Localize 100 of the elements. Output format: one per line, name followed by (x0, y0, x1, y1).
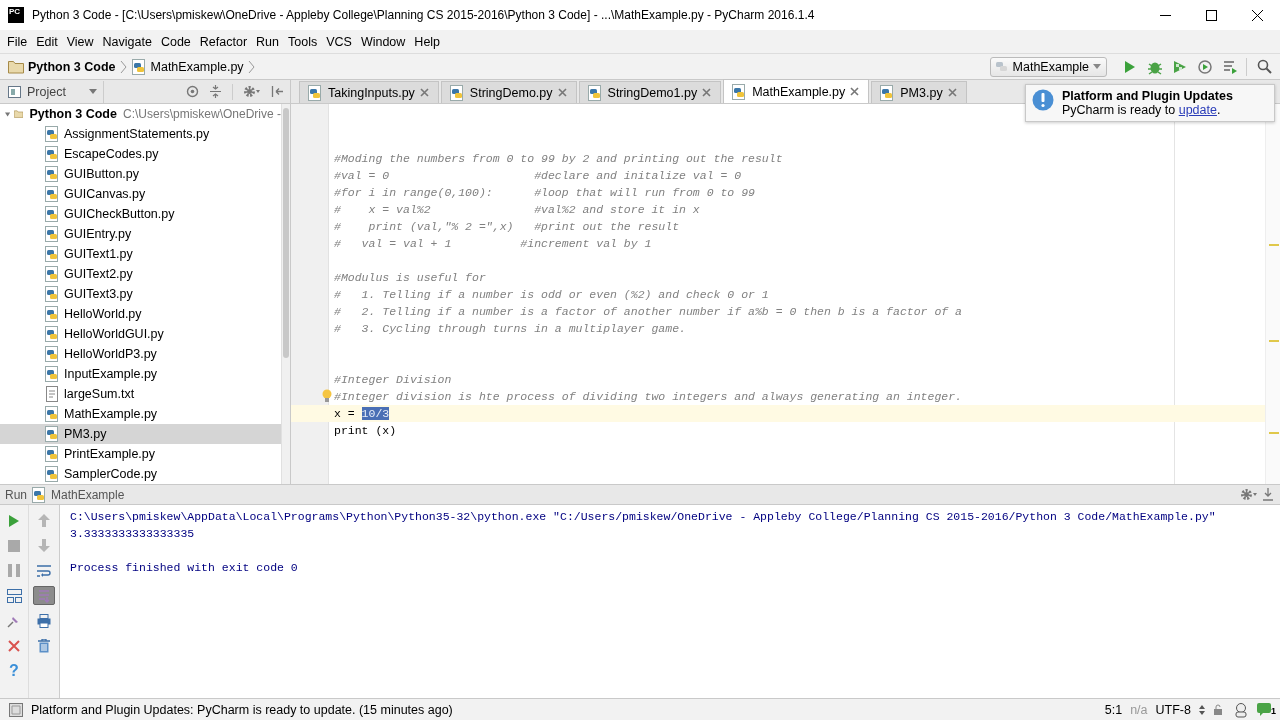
menu-item[interactable]: Edit (31, 32, 62, 51)
concurrency-icon[interactable] (1221, 58, 1238, 75)
tool-windows-icon[interactable] (9, 702, 23, 717)
tool-window-title: Run (5, 487, 27, 502)
maximize-icon[interactable] (1205, 9, 1217, 21)
caret-icon (89, 89, 97, 94)
settings-icon[interactable] (1240, 488, 1258, 501)
run-icon[interactable] (8, 513, 20, 528)
tree-item[interactable]: GUICheckButton.py (0, 204, 281, 224)
code-comment: #Moding the numbers from 0 to 99 by 2 and printing out the result (334, 152, 783, 165)
tree-item[interactable]: HelloWorldGUI.py (0, 324, 281, 344)
pause-icon[interactable] (8, 564, 20, 577)
python-file-icon (307, 84, 323, 101)
python-file-icon (44, 226, 60, 242)
tree-item[interactable]: InputExample.py (0, 364, 281, 384)
hide-panel-icon[interactable] (271, 85, 284, 98)
trash-icon[interactable] (38, 638, 50, 653)
python-file-icon (44, 266, 60, 282)
run-config-dropdown[interactable]: MathExample (989, 56, 1107, 77)
editor-tab[interactable]: TakingInputs.py (299, 81, 439, 103)
code-comment: #Integer division is hte process of dividing two integers and always generating an integer. (334, 390, 962, 403)
tree-item[interactable]: GUIText1.py (0, 244, 281, 264)
python-file-icon (586, 84, 603, 101)
tree-item[interactable]: HelloWorld.py (0, 304, 281, 324)
menu-item[interactable]: Window (355, 32, 410, 51)
run-icon[interactable] (1123, 59, 1136, 74)
tree-item[interactable]: Python 3 Code C:\Users\pmiskew\OneDrive - (0, 104, 281, 124)
console-message: Process finished with exit code 0 (70, 560, 299, 576)
lightbulb-icon[interactable] (322, 389, 332, 403)
tree-item[interactable]: AssignmentStatements.py (0, 124, 281, 144)
menu-item[interactable]: File (2, 32, 32, 51)
notification-message: PyCharm is ready to update. (1062, 103, 1222, 117)
tree-item[interactable]: GUIText2.py (0, 264, 281, 284)
caret-position[interactable]: 5:1 (1104, 702, 1123, 717)
scroll-to-end-toggle[interactable] (33, 586, 55, 605)
menu-item[interactable]: Refactor (194, 32, 252, 51)
menu-item[interactable]: VCS (321, 32, 356, 51)
tree-item[interactable]: largeSum.txt (0, 384, 281, 404)
python-file-icon (44, 406, 60, 422)
menu-item[interactable]: Tools (283, 32, 322, 51)
python-file-icon (44, 126, 60, 142)
code-comment: # 2. Telling if a number is a factor of another number if a%b = 0 then b is a factor of a (334, 305, 962, 318)
tree-item[interactable]: GUIText3.py (0, 284, 281, 304)
stop-icon[interactable] (8, 539, 20, 552)
inspector-icon[interactable] (1233, 701, 1249, 718)
collapse-all-icon[interactable] (209, 85, 222, 98)
tree-item[interactable]: HelloWorldP3.py (0, 344, 281, 364)
soft-wrap-icon[interactable] (36, 563, 52, 578)
encoding-selector[interactable]: UTF-8 (1155, 702, 1191, 717)
menu-item[interactable]: Help (409, 32, 445, 51)
python-file-icon (448, 84, 465, 101)
tree-item[interactable]: PrintExample.py (0, 444, 281, 464)
python-file-icon (44, 426, 60, 442)
code-comment: # 1. Telling if a number is odd or even (%2) and check 0 or 1 (334, 288, 769, 301)
python-file-icon (879, 84, 896, 101)
menu-item[interactable]: Navigate (97, 32, 156, 51)
python-icon (994, 59, 1009, 74)
editor-tab[interactable]: PM3.py (871, 81, 967, 103)
scrollbar[interactable] (281, 104, 290, 484)
console-output: 3.3333333333333335 (70, 526, 196, 542)
tree-item[interactable]: GUICanvas.py (0, 184, 281, 204)
breadcrumb[interactable]: Python 3 Code (28, 59, 116, 74)
event-log-button[interactable]: 1 (1257, 703, 1276, 716)
tree-item[interactable]: GUIEntry.py (0, 224, 281, 244)
editor-tab[interactable]: MathExample.py (723, 79, 870, 103)
code-comment: #Integer Division (334, 373, 452, 386)
updown-arrows-icon (1199, 704, 1205, 715)
print-icon[interactable] (37, 613, 51, 628)
tree-item[interactable]: EscapeCodes.py (0, 144, 281, 164)
lock-icon[interactable] (1213, 703, 1225, 716)
expand-arrow-icon[interactable] (5, 109, 11, 119)
run-config-label: MathExample (51, 487, 125, 502)
layout-icon[interactable] (6, 588, 22, 603)
close-icon[interactable] (1251, 9, 1263, 21)
hide-panel-icon[interactable] (1262, 488, 1274, 501)
python-file-icon (44, 366, 60, 382)
python-file-icon (44, 206, 60, 222)
editor-tab[interactable]: StringDemo.py (440, 81, 577, 103)
python-file-icon (44, 306, 60, 322)
coverage-icon[interactable] (1171, 58, 1188, 75)
python-file-icon (44, 326, 60, 342)
tree-item[interactable]: PM3.py (0, 424, 281, 444)
profile-icon[interactable] (1196, 58, 1213, 75)
python-file-icon (31, 486, 47, 503)
window-title: Python 3 Code - [C:\Users\pmiskew\OneDrive - Appleby College\Planning CS 2015-2016\Python 3 Code] - ...\MathExample.py - PyCharm 2016.1.4 (32, 8, 816, 22)
tree-item[interactable]: GUIButton.py (0, 164, 281, 184)
breadcrumb[interactable]: MathExample.py (150, 59, 244, 74)
search-icon[interactable] (1257, 59, 1272, 74)
chevron-icon (119, 59, 127, 74)
update-link[interactable]: update (1178, 103, 1217, 117)
menu-item[interactable]: Run (251, 32, 283, 51)
code-line: x = 10/3 (334, 407, 390, 420)
menu-item[interactable]: View (61, 32, 98, 51)
editor-tab[interactable]: StringDemo1.py (578, 81, 722, 103)
settings-icon[interactable] (243, 85, 261, 98)
tree-item[interactable]: SamplerCode.py (0, 464, 281, 484)
folder-icon (14, 107, 24, 121)
tree-item[interactable]: MathExample.py (0, 404, 281, 424)
menu-item[interactable]: Code (155, 32, 195, 51)
locate-icon[interactable] (186, 85, 199, 98)
